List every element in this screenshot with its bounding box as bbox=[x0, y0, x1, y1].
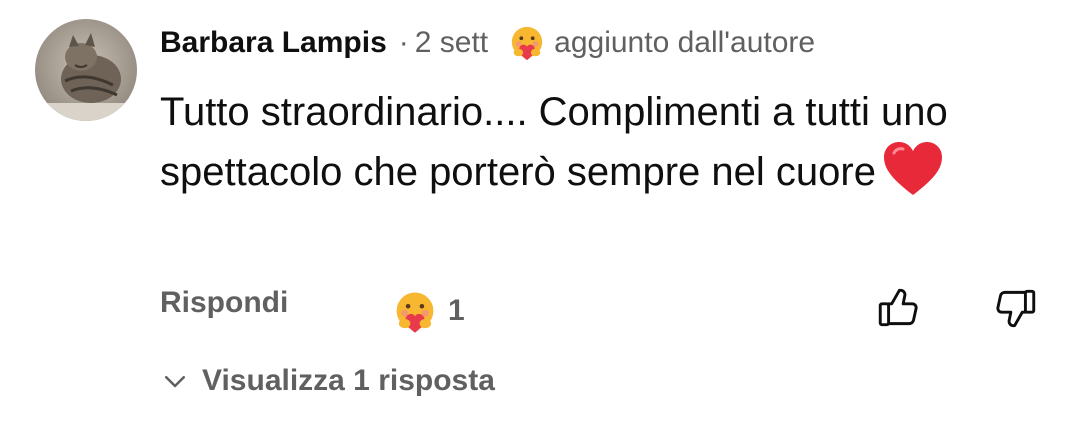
avatar[interactable] bbox=[35, 19, 137, 121]
hugging-face-emoji-icon bbox=[508, 24, 546, 62]
comment-time[interactable]: 2 sett bbox=[415, 26, 488, 60]
view-replies-button[interactable]: Visualizza 1 risposta bbox=[160, 364, 495, 398]
comment-header: Barbara Lampis · 2 sett aggiunto dall'au… bbox=[160, 22, 815, 64]
reaction-count: 1 bbox=[448, 294, 465, 327]
red-heart-emoji-icon bbox=[882, 141, 944, 197]
thumbs-down-icon[interactable] bbox=[990, 283, 1040, 333]
comment-body: Tutto straordinario.... Complimenti a tu… bbox=[160, 90, 948, 194]
view-replies-label: Visualizza 1 risposta bbox=[202, 364, 495, 397]
separator-dot: · bbox=[398, 26, 409, 59]
added-by-author-label: aggiunto dall'autore bbox=[554, 26, 816, 59]
creator-reaction-icon[interactable] bbox=[392, 289, 438, 335]
thumbs-up-icon[interactable] bbox=[874, 283, 924, 333]
reply-button[interactable]: Rispondi bbox=[160, 286, 288, 320]
author-name[interactable]: Barbara Lampis bbox=[160, 26, 387, 60]
comment-text: Tutto straordinario.... Complimenti a tu… bbox=[160, 83, 1060, 201]
chevron-down-icon bbox=[165, 376, 185, 388]
